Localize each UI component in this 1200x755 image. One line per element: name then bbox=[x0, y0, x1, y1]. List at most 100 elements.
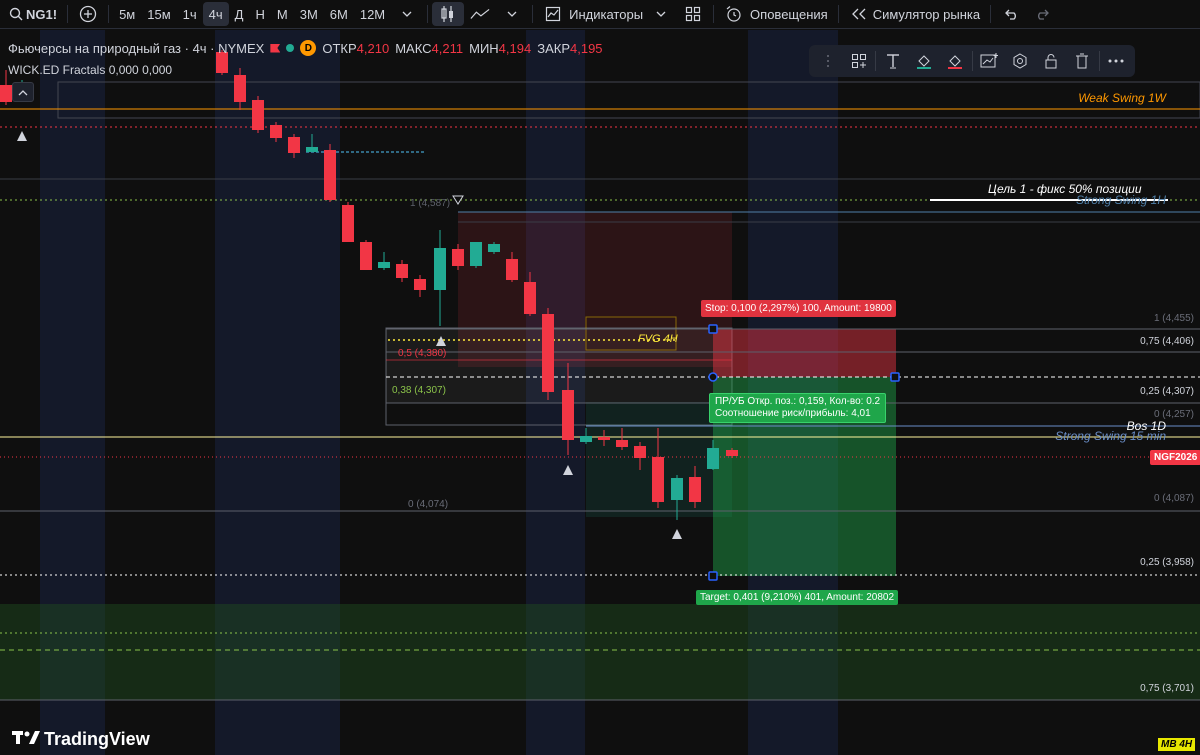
stop-label[interactable]: Stop: 0,100 (2,297%) 100, Amount: 19800 bbox=[701, 300, 896, 317]
candle-body bbox=[414, 279, 426, 290]
toolbar-divider bbox=[713, 5, 715, 23]
strong-swing-1h-label: Strong Swing 1H bbox=[1075, 193, 1166, 207]
undo-button[interactable] bbox=[995, 2, 1027, 26]
fib-label-right: 0,25 (4,307) bbox=[1140, 386, 1194, 397]
candle-body bbox=[470, 242, 482, 266]
candle-body bbox=[288, 137, 300, 153]
toolbar-divider bbox=[837, 5, 839, 23]
redo-button[interactable] bbox=[1027, 2, 1059, 26]
interval-12m[interactable]: 12М bbox=[354, 2, 391, 26]
settings-icon[interactable] bbox=[1006, 47, 1035, 75]
indicators-icon bbox=[543, 4, 563, 24]
candle-body bbox=[396, 264, 408, 278]
fib-label-right: 0,75 (3,701) bbox=[1140, 683, 1194, 694]
interval-15m[interactable]: 15м bbox=[141, 2, 176, 26]
toolbar-divider bbox=[1098, 51, 1100, 71]
candle-body bbox=[562, 390, 574, 440]
open-label: ОТКР bbox=[322, 40, 357, 56]
text-icon[interactable] bbox=[878, 47, 907, 75]
compare-button[interactable] bbox=[72, 2, 104, 26]
toolbar-divider bbox=[427, 5, 429, 23]
symbol-label: NG1! bbox=[26, 6, 58, 22]
fib-label-left: 0,5 (4,380) bbox=[398, 348, 447, 359]
indicator-value-2: 0,000 bbox=[142, 63, 173, 77]
drag-handle[interactable] bbox=[813, 47, 842, 75]
collapse-legend-button[interactable] bbox=[12, 82, 34, 102]
weak-swing-label: Weak Swing 1W bbox=[1078, 91, 1166, 105]
candle-body bbox=[726, 450, 738, 456]
market-open-icon bbox=[286, 44, 295, 52]
fill-color-icon[interactable] bbox=[909, 47, 938, 75]
interval-d[interactable]: Д bbox=[229, 2, 250, 26]
alerts-button[interactable]: Оповещения bbox=[718, 2, 834, 26]
mb-zone bbox=[0, 604, 1200, 700]
layouts-button[interactable] bbox=[677, 2, 709, 26]
interval-w[interactable]: Н bbox=[249, 2, 270, 26]
add-chart-icon[interactable] bbox=[974, 47, 1003, 75]
target-label[interactable]: Target: 0,401 (9,210%) 401, Amount: 2080… bbox=[696, 590, 899, 605]
interval-5m[interactable]: 5м bbox=[113, 2, 141, 26]
candle-body bbox=[452, 249, 464, 266]
chart-canvas[interactable] bbox=[0, 30, 1200, 755]
stop-area bbox=[713, 329, 896, 377]
line-chart-icon bbox=[470, 4, 490, 24]
brand-name: TradingView bbox=[44, 729, 150, 749]
toolbar-divider bbox=[532, 5, 534, 23]
legend-title[interactable]: Фьючерсы на природный газ · 4ч · NYMEX bbox=[8, 41, 264, 56]
line-color-icon[interactable] bbox=[940, 47, 969, 75]
top-toolbar: NG1! 5м 15м 1ч 4ч Д Н М 3М 6М 12М Индика… bbox=[0, 0, 1200, 29]
interval-1h[interactable]: 1ч bbox=[177, 2, 203, 26]
flag-icon[interactable] bbox=[270, 43, 281, 53]
close-label: ЗАКР bbox=[537, 40, 570, 56]
candle-body bbox=[360, 242, 372, 270]
candle-body bbox=[378, 262, 390, 268]
templates-icon[interactable] bbox=[844, 47, 873, 75]
indicator-legend[interactable]: WICK.ED Fractals 0,000 0,000 bbox=[8, 63, 172, 77]
line-type-button[interactable] bbox=[464, 2, 496, 26]
candle-body bbox=[671, 478, 683, 500]
drawing-toolbar bbox=[809, 45, 1135, 77]
candle-body bbox=[306, 147, 318, 152]
interval-m[interactable]: М bbox=[271, 2, 294, 26]
symbol-search[interactable]: NG1! bbox=[0, 2, 63, 26]
more-icon[interactable] bbox=[1102, 47, 1131, 75]
candle-body bbox=[652, 457, 664, 502]
high-value: 4,211 bbox=[431, 40, 464, 56]
interval-4h[interactable]: 4ч bbox=[202, 2, 229, 26]
candle-body bbox=[616, 440, 628, 447]
pnl-line: ПР/УБ Откр. поз.: 0,159, Кол-во: 0.2 bbox=[715, 396, 881, 407]
strong-swing-15-label: Strong Swing 15 min bbox=[1055, 429, 1166, 443]
indicators-button[interactable]: Индикаторы bbox=[537, 2, 677, 26]
mb-4h-label: MB 4H bbox=[1158, 738, 1196, 751]
trash-icon[interactable] bbox=[1068, 47, 1097, 75]
toolbar-divider bbox=[990, 5, 992, 23]
entry-handle bbox=[708, 372, 718, 382]
symbol-price-badge: NGF2026 bbox=[1150, 450, 1200, 465]
candles-type-button[interactable] bbox=[432, 2, 465, 26]
chart-pane[interactable]: Фьючерсы на природный газ · 4ч · NYMEX D… bbox=[0, 30, 1200, 755]
indicator-name: WICK.ED Fractals bbox=[8, 63, 106, 77]
interval-dropdown[interactable] bbox=[391, 2, 423, 26]
candle-body bbox=[580, 436, 592, 442]
interval-6m[interactable]: 6М bbox=[324, 2, 354, 26]
chevron-up-icon bbox=[18, 83, 28, 101]
alerts-label: Оповещения bbox=[750, 6, 828, 22]
search-icon bbox=[6, 4, 26, 24]
interval-3m[interactable]: 3М bbox=[294, 2, 324, 26]
high-label: МАКС bbox=[395, 40, 432, 56]
replay-button[interactable]: Симулятор рынка bbox=[843, 2, 986, 26]
target-handle bbox=[708, 571, 718, 581]
tradingview-logo[interactable]: TradingView bbox=[12, 729, 150, 750]
delayed-data-badge[interactable]: D bbox=[300, 40, 317, 56]
toolbar-divider bbox=[108, 5, 110, 23]
chart-type-dropdown[interactable] bbox=[496, 2, 528, 26]
candle-body bbox=[234, 75, 246, 102]
toolbar-divider bbox=[875, 51, 877, 71]
lock-icon[interactable] bbox=[1037, 47, 1066, 75]
risk-reward-label[interactable]: ПР/УБ Откр. поз.: 0,159, Кол-во: 0.2 Соо… bbox=[709, 393, 887, 423]
fib-label-right: 0 (4,087) bbox=[1153, 493, 1194, 504]
candle-body bbox=[689, 477, 701, 502]
candle-body bbox=[542, 314, 554, 392]
indicators-label: Индикаторы bbox=[569, 6, 644, 22]
undo-icon bbox=[1001, 4, 1021, 24]
